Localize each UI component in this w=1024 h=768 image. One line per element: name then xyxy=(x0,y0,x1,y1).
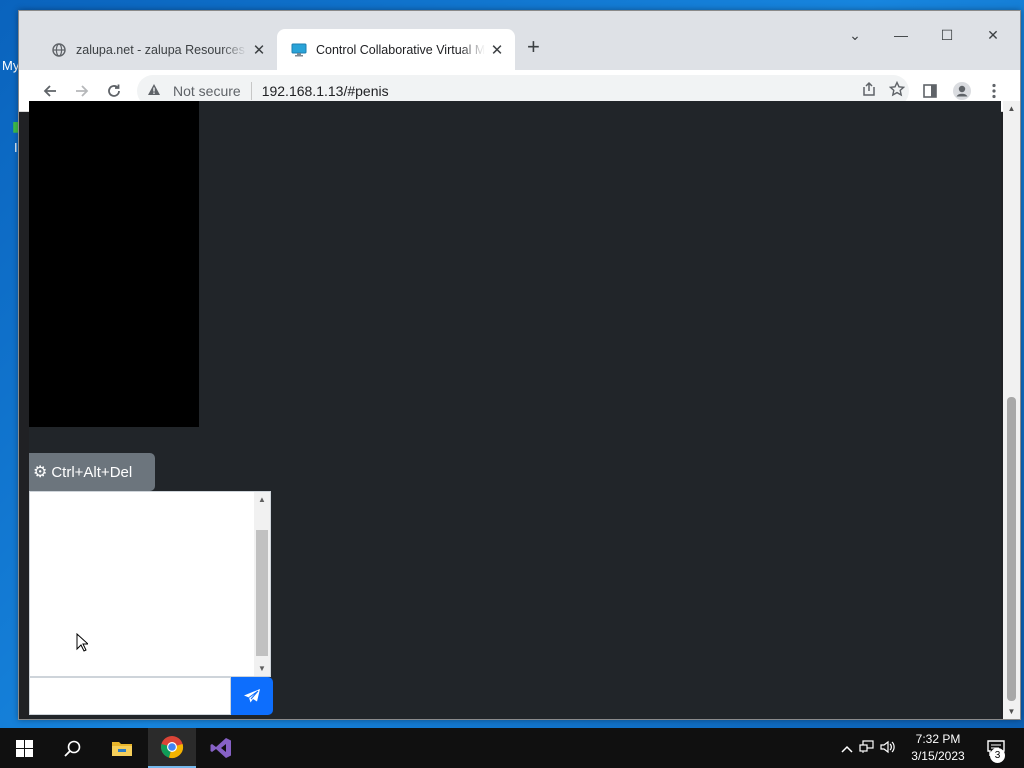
taskbar: 7:32 PM 3/15/2023 xyxy=(0,728,1024,768)
page-content: ⚙ Ctrl+Alt+Del ▲ ▼ xyxy=(29,101,1001,719)
tab-strip: zalupa.net - zalupa Resources and ✕ Cont… xyxy=(19,11,1020,71)
scroll-down-arrow-icon[interactable]: ▼ xyxy=(1003,707,1020,716)
tab-title: Control Collaborative Virtual Machine xyxy=(316,43,485,57)
clock-time: 7:32 PM xyxy=(915,732,961,746)
forward-arrow-icon xyxy=(76,85,89,97)
ctrl-alt-del-button[interactable]: ⚙ Ctrl+Alt+Del xyxy=(29,453,155,491)
monitor-icon xyxy=(291,42,307,58)
gear-icon: ⚙ xyxy=(33,464,48,481)
tab-search-button[interactable]: ⌄ xyxy=(838,27,872,44)
taskbar-search-button[interactable] xyxy=(48,728,96,768)
clock-date: 3/15/2023 xyxy=(911,749,965,763)
minimize-button[interactable]: — xyxy=(884,27,918,43)
chat-log[interactable]: ▲ ▼ xyxy=(29,491,271,677)
vm-screen[interactable] xyxy=(29,101,199,427)
taskbar-clock[interactable]: 7:32 PM 3/15/2023 xyxy=(898,731,978,765)
tab-zalupa[interactable]: zalupa.net - zalupa Resources and ✕ xyxy=(37,29,277,71)
tab-title: zalupa.net - zalupa Resources and xyxy=(76,43,247,57)
close-tab-icon[interactable]: ✕ xyxy=(247,41,271,59)
back-arrow-icon xyxy=(43,85,56,97)
profile-avatar-icon xyxy=(953,82,971,100)
security-status-label[interactable]: Not secure xyxy=(173,83,241,99)
tab-control-vm[interactable]: Control Collaborative Virtual Machine ✕ xyxy=(277,29,515,71)
network-icon[interactable] xyxy=(856,739,878,757)
share-icon[interactable] xyxy=(861,81,877,102)
browser-window: zalupa.net - zalupa Resources and ✕ Cont… xyxy=(18,10,1021,720)
omnibox-actions xyxy=(861,80,906,102)
start-button[interactable] xyxy=(0,728,48,768)
address-divider xyxy=(250,82,252,100)
side-panel-icon xyxy=(923,84,937,98)
close-tab-icon[interactable]: ✕ xyxy=(485,41,509,59)
scroll-up-arrow-icon[interactable]: ▲ xyxy=(254,495,270,504)
mouse-cursor-icon xyxy=(76,633,88,652)
bookmark-star-icon[interactable] xyxy=(888,80,906,102)
desktop-icon-label[interactable]: My xyxy=(2,58,19,73)
page-scroll-thumb[interactable] xyxy=(1007,397,1016,701)
file-explorer-icon xyxy=(112,742,132,756)
chrome-icon xyxy=(161,736,184,759)
volume-icon[interactable] xyxy=(878,740,898,757)
kebab-menu-icon xyxy=(992,83,996,99)
scroll-down-arrow-icon[interactable]: ▼ xyxy=(254,664,270,673)
visual-studio-icon xyxy=(210,738,231,758)
visual-studio-button[interactable] xyxy=(197,728,245,768)
warning-triangle-icon xyxy=(147,83,167,99)
url-text[interactable]: 192.168.1.13/#penis xyxy=(262,83,389,99)
reload-icon xyxy=(108,84,120,97)
page-scrollbar[interactable]: ▲ ▼ xyxy=(1003,101,1020,719)
chevron-up-icon[interactable] xyxy=(838,741,856,756)
send-message-button[interactable] xyxy=(231,677,273,715)
maximize-button[interactable]: ☐ xyxy=(930,27,964,44)
new-tab-button[interactable]: + xyxy=(527,35,540,59)
close-window-button[interactable]: ✕ xyxy=(976,27,1010,44)
windows-start-icon xyxy=(15,739,33,757)
scroll-up-arrow-icon[interactable]: ▲ xyxy=(1003,104,1020,113)
ctrl-alt-del-label: Ctrl+Alt+Del xyxy=(51,463,133,481)
file-explorer-button[interactable] xyxy=(98,728,146,768)
notification-count-badge: 3 xyxy=(990,748,1005,763)
chat-scroll-thumb[interactable] xyxy=(256,530,268,656)
paper-plane-icon xyxy=(244,689,260,703)
chrome-button[interactable] xyxy=(148,728,196,768)
system-tray xyxy=(838,728,898,768)
globe-icon xyxy=(51,42,67,58)
search-icon xyxy=(63,740,80,757)
chat-scrollbar[interactable]: ▲ ▼ xyxy=(254,492,270,676)
chat-message-input[interactable] xyxy=(29,677,231,715)
